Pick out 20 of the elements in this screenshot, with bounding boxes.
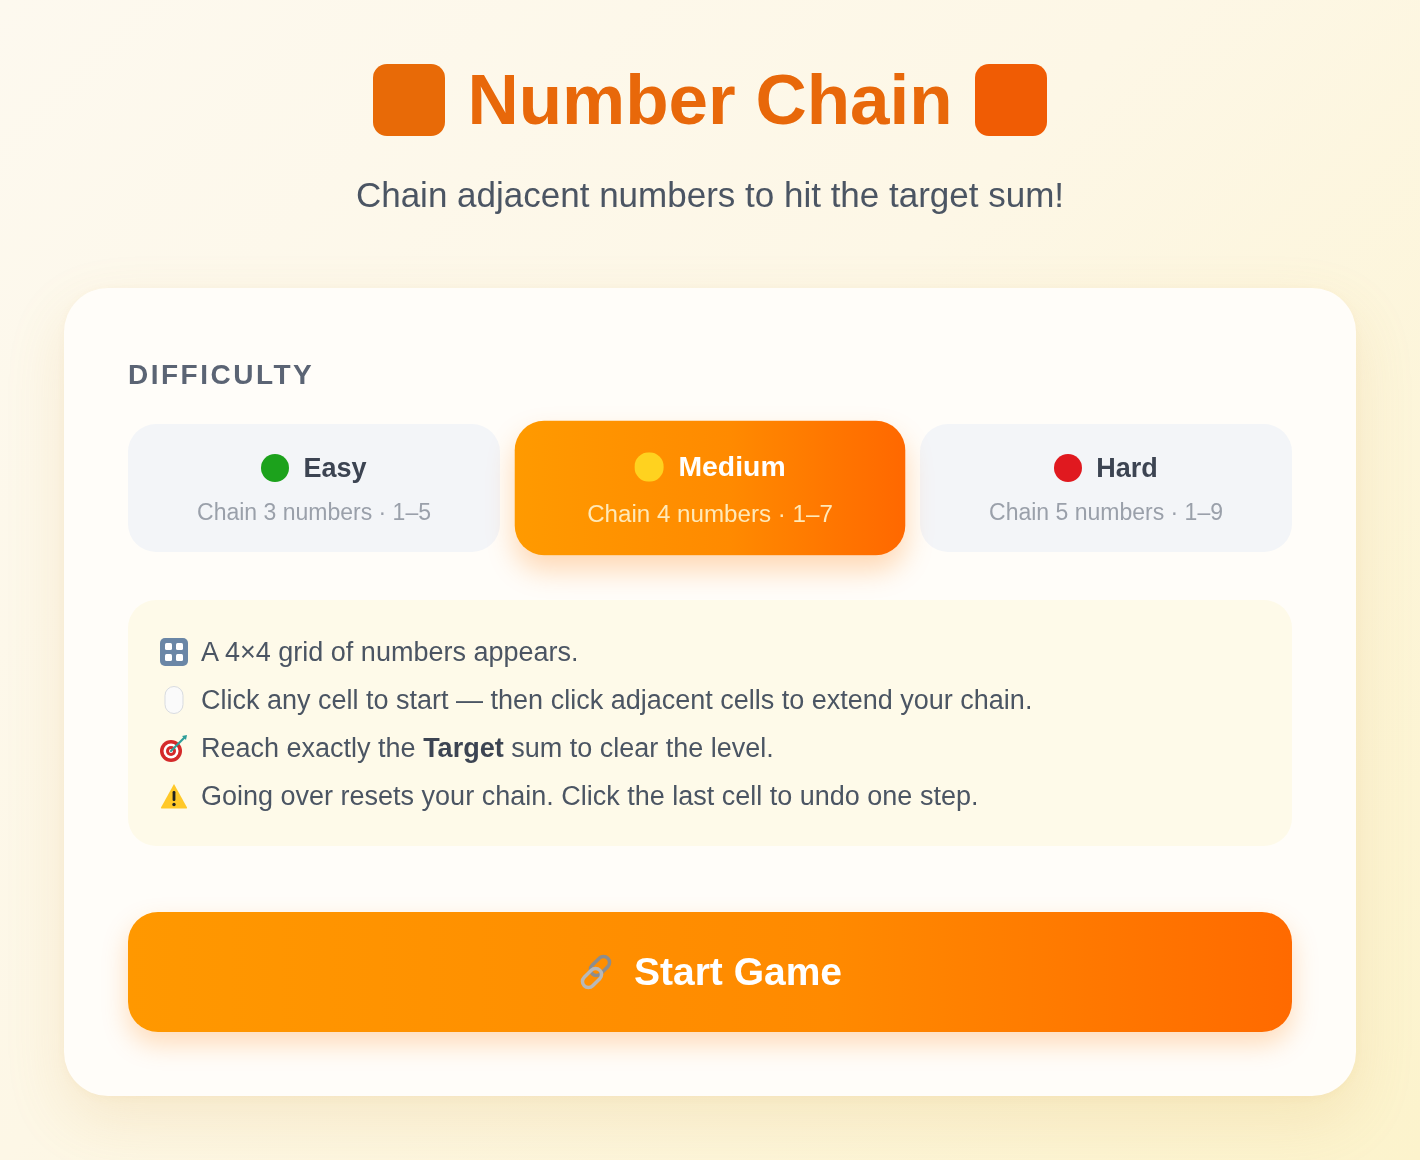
option-detail: Chain 3 numbers · 1–5 — [197, 498, 431, 527]
warning-icon — [160, 783, 188, 809]
instruction-text: Reach exactly the Target sum to clear the level. — [201, 732, 774, 765]
rounded-square-icon — [974, 64, 1047, 136]
difficulty-option[interactable]: Hard Chain 5 numbers · 1–9 — [920, 424, 1292, 552]
option-detail: Chain 4 numbers · 1–7 — [587, 498, 833, 529]
option-label: Easy — [303, 452, 367, 485]
instruction-text: A 4×4 grid of numbers appears. — [201, 636, 579, 669]
target-icon — [160, 734, 188, 762]
option-label: Medium — [678, 450, 786, 485]
option-label: Hard — [1096, 452, 1158, 485]
difficulty-option[interactable]: Easy Chain 3 numbers · 1–5 — [128, 424, 500, 552]
difficulty-heading: DIFFICULTY — [128, 358, 316, 392]
page-title: Number Chain — [467, 60, 953, 140]
keypad-icon — [160, 638, 188, 666]
instruction-text: Going over resets your chain. Click the last cell to undo one step. — [201, 780, 979, 813]
instruction-text: Click any cell to start — then click adjacent cells to extend your chain. — [201, 684, 1033, 717]
option-detail: Chain 5 numbers · 1–9 — [989, 498, 1223, 527]
subtitle: Chain adjacent numbers to hit the target sum! — [355, 174, 1065, 216]
rounded-square-icon — [373, 64, 446, 136]
